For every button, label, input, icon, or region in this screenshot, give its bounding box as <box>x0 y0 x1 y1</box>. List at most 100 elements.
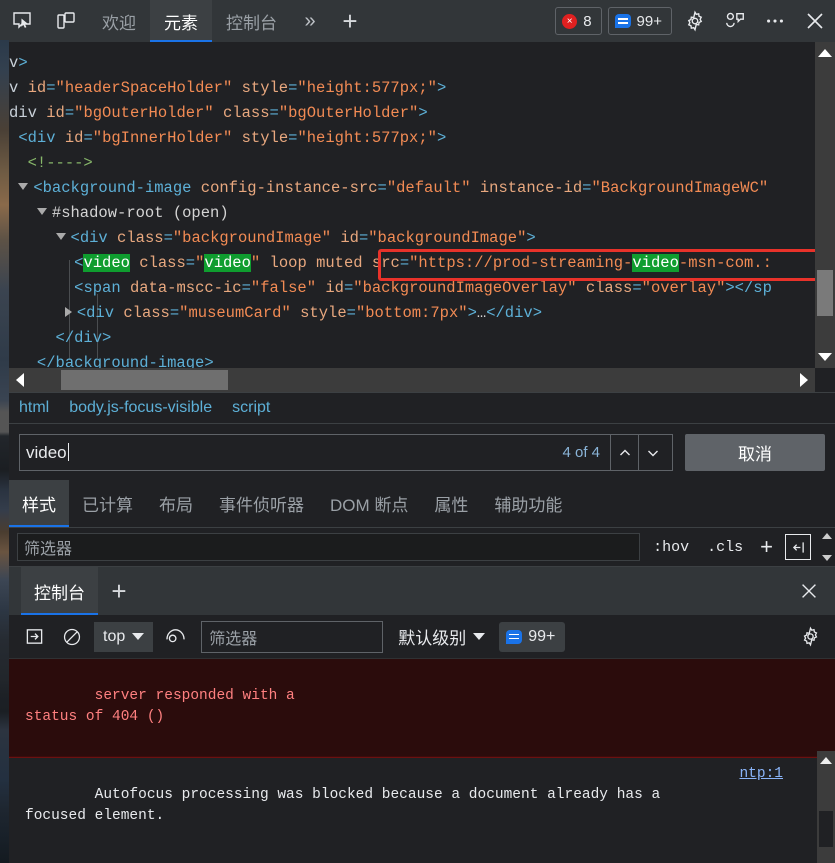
execution-context-selector[interactable]: top <box>94 622 153 652</box>
scroll-left-icon[interactable] <box>16 373 24 387</box>
expand-arrow-icon[interactable] <box>18 183 28 190</box>
drawer-header-spacer <box>140 567 783 615</box>
settings-gear-icon[interactable] <box>675 0 715 42</box>
find-prev-button[interactable] <box>610 435 638 470</box>
element-state-icon[interactable] <box>785 534 811 560</box>
dom-line[interactable]: v id="headerSpaceHolder" style="height:5… <box>9 76 815 101</box>
tab-layout[interactable]: 布局 <box>146 480 206 527</box>
console-message-count: 99+ <box>528 628 555 646</box>
feedback-icon[interactable] <box>715 0 755 42</box>
tab-console-label: 控制台 <box>226 9 277 34</box>
drawer-close-icon[interactable] <box>783 567 835 615</box>
hov-toggle-button[interactable]: :hov <box>644 539 698 556</box>
console-filter-input[interactable]: 筛选器 <box>201 621 383 653</box>
device-toolbar-icon[interactable] <box>44 0 88 42</box>
console-drawer: 控制台 + top <box>9 566 835 863</box>
breadcrumb-item-html[interactable]: html <box>9 399 59 417</box>
drawer-tab-console[interactable]: 控制台 <box>21 567 98 615</box>
clear-console-icon[interactable] <box>15 627 53 646</box>
scrollbar-thumb[interactable] <box>819 811 833 847</box>
add-tab-button[interactable]: + <box>329 0 371 42</box>
console-message-text: Autofocus processing was blocked because… <box>25 787 660 824</box>
dom-line[interactable]: <!----> <box>9 151 815 176</box>
dom-line[interactable]: </background-image> <box>9 351 815 368</box>
scroll-up-icon[interactable] <box>822 533 832 539</box>
scroll-right-icon[interactable] <box>800 373 808 387</box>
scroll-down-icon[interactable] <box>822 555 832 561</box>
tab-dom-breakpoints[interactable]: DOM 断点 <box>317 480 421 527</box>
tab-event-listeners[interactable]: 事件侦听器 <box>206 480 317 527</box>
dom-line[interactable]: <div id="bgInnerHolder" style="height:57… <box>9 126 815 151</box>
dom-line[interactable]: div id="bgOuterHolder" class="bgOuterHol… <box>9 101 815 126</box>
breadcrumb-item-script[interactable]: script <box>222 399 280 417</box>
dom-line[interactable]: v> <box>9 51 815 76</box>
expand-arrow-icon[interactable] <box>56 233 66 240</box>
tab-event-listeners-label: 事件侦听器 <box>219 491 304 516</box>
new-style-rule-button[interactable]: + <box>752 534 781 560</box>
error-count-label: 8 <box>583 13 591 30</box>
log-level-selector[interactable]: 默认级别 <box>390 624 493 649</box>
dom-line[interactable]: <span data-mscc-ic="false" id="backgroun… <box>9 276 815 301</box>
search-result-count: 4 of 4 <box>552 444 610 461</box>
styles-tab-bar: 样式 已计算 布局 事件侦听器 DOM 断点 属性 辅助功能 <box>9 480 835 528</box>
text-caret <box>68 443 69 461</box>
close-icon[interactable] <box>795 0 835 42</box>
toolbar-spacer <box>371 0 552 42</box>
tab-elements[interactable]: 元素 <box>150 0 212 42</box>
console-message-badge[interactable]: 99+ <box>499 622 565 652</box>
page-content-bleed <box>0 40 9 863</box>
scrollbar-thumb[interactable] <box>817 270 833 316</box>
dom-line[interactable]: </div> <box>9 326 815 351</box>
scroll-down-icon[interactable] <box>818 353 832 361</box>
styles-scrollbar[interactable] <box>819 528 835 566</box>
dom-tree-pane[interactable]: v class="location marker"></div> v> v id… <box>9 42 815 368</box>
collapse-arrow-icon[interactable] <box>65 307 72 317</box>
chevron-down-icon <box>132 633 144 640</box>
dom-line[interactable]: <background-image config-instance-src="d… <box>9 176 815 201</box>
scroll-up-icon[interactable] <box>820 757 832 764</box>
expand-arrow-icon[interactable] <box>37 208 47 215</box>
more-tabs-icon[interactable]: » <box>291 0 329 42</box>
dom-line-video[interactable]: <video class="video" loop muted src="htt… <box>9 251 815 276</box>
console-vertical-scrollbar[interactable] <box>817 751 835 863</box>
console-message-source-link[interactable]: ntp:1 <box>739 764 783 785</box>
tab-console[interactable]: 控制台 <box>212 0 291 42</box>
live-expression-icon[interactable] <box>156 627 194 646</box>
add-tab-label: + <box>342 6 357 37</box>
dom-line[interactable]: <div class="museumCard" style="bottom:7p… <box>9 301 815 326</box>
console-message-info[interactable]: Autofocus processing was blocked because… <box>9 757 835 863</box>
tab-properties[interactable]: 属性 <box>421 480 481 527</box>
no-entry-icon[interactable] <box>53 627 91 647</box>
style-filter-input[interactable]: 筛选器 <box>17 533 640 561</box>
scrollbar-thumb[interactable] <box>61 370 228 390</box>
cancel-button[interactable]: 取消 <box>685 434 825 471</box>
cls-toggle-button[interactable]: .cls <box>698 539 752 556</box>
message-count-badge[interactable]: 99+ <box>608 7 672 35</box>
error-count-badge[interactable]: × 8 <box>555 7 601 35</box>
dom-horizontal-scrollbar[interactable] <box>9 368 815 392</box>
devtools-window: 欢迎 元素 控制台 » + × 8 99+ <box>0 0 835 863</box>
more-options-icon[interactable] <box>755 0 795 42</box>
tab-accessibility[interactable]: 辅助功能 <box>481 480 575 527</box>
tab-styles[interactable]: 样式 <box>9 480 69 527</box>
breadcrumb-item-body[interactable]: body.js-focus-visible <box>59 399 222 417</box>
scroll-up-icon[interactable] <box>818 49 832 57</box>
inspect-element-icon[interactable] <box>0 0 44 42</box>
dom-line[interactable]: #shadow-root (open) <box>9 201 815 226</box>
tab-computed[interactable]: 已计算 <box>69 480 146 527</box>
dom-vertical-scrollbar[interactable] <box>815 42 835 368</box>
drawer-add-tab-button[interactable]: + <box>98 567 140 615</box>
console-message-error[interactable]: server responded with a status of 404 () <box>9 659 835 757</box>
search-input[interactable]: video <box>26 443 552 463</box>
console-message-text: server responded with a status of 404 () <box>25 688 295 725</box>
console-message-list[interactable]: server responded with a status of 404 ()… <box>9 659 835 863</box>
tab-welcome[interactable]: 欢迎 <box>88 0 150 42</box>
dom-line[interactable]: v class="location marker"></div> <box>9 42 815 51</box>
find-next-button[interactable] <box>638 435 666 470</box>
hov-toggle-label: :hov <box>653 539 689 556</box>
find-input-wrapper[interactable]: video 4 of 4 <box>19 434 673 471</box>
settings-gear-icon[interactable] <box>791 626 829 647</box>
breadcrumb: html body.js-focus-visible script <box>9 392 835 424</box>
cancel-button-label: 取消 <box>738 440 772 465</box>
dom-line[interactable]: <div class="backgroundImage" id="backgro… <box>9 226 815 251</box>
